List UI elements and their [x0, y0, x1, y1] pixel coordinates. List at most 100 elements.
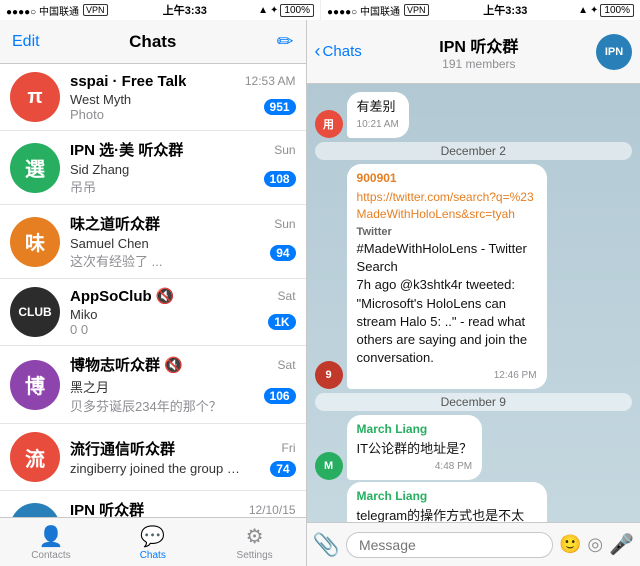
- message-sender: March Liang: [357, 421, 473, 438]
- message-text: 有差别: [357, 98, 399, 116]
- avatar: 流: [10, 432, 60, 482]
- right-avatar[interactable]: IPN: [596, 34, 632, 70]
- mic-icon[interactable]: 🎤: [609, 532, 634, 557]
- left-vpn: VPN: [83, 4, 108, 16]
- chats-icon: 💬: [140, 524, 165, 549]
- message-time: 10:21 AM: [357, 118, 399, 132]
- message-input[interactable]: [346, 532, 553, 558]
- messages-area: 用有差别 10:21 AM December 2 9900901https://twi…: [307, 84, 640, 522]
- chat-item[interactable]: 博 博物志听众群 🔇 Sat 黑之月 贝多芬诞辰234年的那个？ 106: [0, 346, 306, 424]
- chat-preview: Photo: [70, 107, 240, 122]
- chat-name: 流行通信听众群: [70, 438, 175, 459]
- tab-contacts[interactable]: 👤 Contacts: [0, 524, 102, 561]
- chat-sender: Miko: [70, 307, 240, 322]
- chat-time: 12:53 AM: [245, 74, 296, 88]
- chat-name: sspai · Free Talk: [70, 73, 186, 90]
- chat-badge: 1K: [268, 314, 295, 330]
- message-row: 9900901https://twitter.com/search?q=%23M…: [315, 164, 632, 389]
- chat-info: 流行通信听众群 Fri zingiberry joined the group …: [70, 438, 296, 477]
- left-panel: Edit Chats ✏ π sspai · Free Talk 12:53 A…: [0, 20, 307, 566]
- chat-item[interactable]: 選 IPN 选·美 听众群 Sun Sid Zhang 吊吊 108: [0, 131, 306, 205]
- chat-preview: 贝多芬诞辰234年的那个？: [70, 396, 240, 415]
- right-panel: ‹ Chats IPN 听众群 191 members IPN 用有差别 10:2…: [307, 20, 640, 566]
- chat-info: 味之道听众群 Sun Samuel Chen 这次有经验了 ... 94: [70, 213, 296, 270]
- avatar: 味: [10, 217, 60, 267]
- message-avatar: 用: [315, 110, 343, 138]
- left-signal: ▲: [258, 5, 268, 16]
- avatar: 選: [10, 143, 60, 193]
- tab-settings[interactable]: ⚙ Settings: [204, 524, 306, 561]
- message-text: #MadeWithHoloLens - Twitter Search7h ago…: [357, 240, 537, 367]
- message-row: MMarch LiangIT公论群的地址是？4:48 PM: [315, 415, 632, 480]
- chat-name: IPN 选·美 听众群: [70, 139, 183, 160]
- chat-name: IPN 听众群: [70, 499, 144, 517]
- chat-preview: 这次有经验了 ...: [70, 251, 240, 270]
- message-bubble: March Liang IT公论群的地址是？ 4:48 PM: [347, 415, 483, 480]
- tab-bar: 👤 Contacts 💬 Chats ⚙ Settings: [0, 517, 306, 566]
- chat-time: Sat: [278, 289, 296, 303]
- back-button[interactable]: ‹ Chats: [315, 41, 362, 62]
- compose-button[interactable]: ✏: [223, 29, 293, 54]
- contacts-icon: 👤: [38, 524, 63, 549]
- chat-time: 12/10/15: [249, 503, 296, 517]
- chat-sender: zingiberry joined the group via invite l…: [70, 461, 240, 476]
- chat-name: 博物志听众群 🔇: [70, 354, 183, 375]
- chat-item[interactable]: IPN IPN 听众群 12/10/15 Nick 并不是: [0, 491, 306, 517]
- message-avatar: 9: [315, 361, 343, 389]
- right-chat-subtitle: 191 members: [442, 57, 515, 71]
- message-bubble: 有差别 10:21 AM: [347, 92, 409, 138]
- attachment-icon[interactable]: 📎: [313, 532, 340, 558]
- chat-name: AppSoClub 🔇: [70, 287, 175, 305]
- message-text: IT公论群的地址是？: [357, 440, 473, 458]
- chat-time: Sun: [274, 143, 295, 157]
- avatar: π: [10, 72, 60, 122]
- message-input-bar: 📎 🙂 ◎ 🎤: [307, 522, 640, 566]
- message-link[interactable]: https://twitter.com/search?q=%23MadeWith…: [357, 189, 537, 223]
- left-time: 上午3:33: [112, 2, 259, 18]
- chat-item[interactable]: CLUB AppSoClub 🔇 Sat Miko 0 0 1K: [0, 279, 306, 346]
- emoji-icon[interactable]: 🙂: [559, 534, 581, 555]
- chat-item[interactable]: 流 流行通信听众群 Fri zingiberry joined the grou…: [0, 424, 306, 491]
- chat-time: Sun: [274, 217, 295, 231]
- left-bt: ✦: [270, 5, 278, 16]
- right-signal: ▲: [578, 5, 588, 16]
- chat-name: 味之道听众群: [70, 213, 160, 234]
- chat-sender: Samuel Chen: [70, 236, 240, 251]
- chats-title: Chats: [82, 32, 223, 52]
- right-time: 上午3:33: [433, 2, 579, 18]
- left-battery: 100%: [280, 4, 314, 17]
- message-sender: March Liang: [357, 488, 537, 505]
- right-bt: ✦: [590, 5, 598, 16]
- chat-badge: 951: [264, 99, 296, 115]
- date-separator: December 9: [315, 393, 632, 411]
- message-time: 4:48 PM: [357, 460, 473, 474]
- left-carrier: ●●●●○ 中国联通: [6, 3, 79, 18]
- right-vpn: VPN: [404, 4, 429, 16]
- left-nav-bar: Edit Chats ✏: [0, 20, 306, 64]
- date-separator: December 2: [315, 142, 632, 160]
- message-time: 12:46 PM: [357, 369, 537, 383]
- back-chevron-icon: ‹: [315, 41, 321, 62]
- right-nav-center: IPN 听众群 191 members: [366, 33, 592, 71]
- chat-badge: 106: [264, 388, 296, 404]
- avatar: CLUB: [10, 287, 60, 337]
- chat-list: π sspai · Free Talk 12:53 AM West Myth P…: [0, 64, 306, 517]
- right-carrier: ●●●●○ 中国联通: [327, 3, 400, 18]
- chat-info: 博物志听众群 🔇 Sat 黑之月 贝多芬诞辰234年的那个？ 106: [70, 354, 296, 415]
- right-battery: 100%: [600, 4, 634, 17]
- tab-chats[interactable]: 💬 Chats: [102, 524, 204, 561]
- right-status-bar: ●●●●○ 中国联通 VPN 上午3:33 ▲ ✦ 100%: [320, 0, 640, 20]
- right-nav-bar: ‹ Chats IPN 听众群 191 members IPN: [307, 20, 640, 84]
- chat-preview: 吊吊: [70, 177, 240, 196]
- chat-badge: 74: [270, 461, 295, 477]
- chat-time: Fri: [282, 441, 296, 455]
- message-row: 用有差别 10:21 AM: [315, 92, 632, 138]
- edit-button[interactable]: Edit: [12, 33, 82, 51]
- chat-info: IPN 听众群 12/10/15 Nick 并不是: [70, 499, 296, 517]
- message-text: telegram的操作方式也是不太搞得懂，在聊天列表中删掉了，就等于从群里退出了…: [357, 507, 537, 522]
- chat-item[interactable]: π sspai · Free Talk 12:53 AM West Myth P…: [0, 64, 306, 131]
- message-row: MMarch Liangtelegram的操作方式也是不太搞得懂，在聊天列表中删…: [315, 482, 632, 522]
- chat-sender: West Myth: [70, 92, 240, 107]
- chat-item[interactable]: 味 味之道听众群 Sun Samuel Chen 这次有经验了 ... 94: [0, 205, 306, 279]
- left-status-bar: ●●●●○ 中国联通 VPN 上午3:33 ▲ ✦ 100%: [0, 0, 320, 20]
